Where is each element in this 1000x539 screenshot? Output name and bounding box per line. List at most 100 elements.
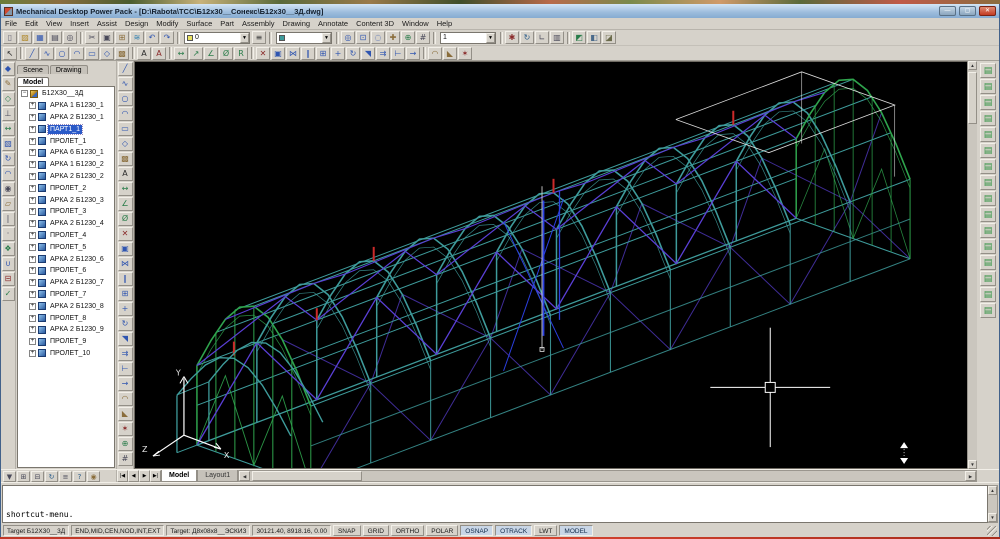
toggle-model[interactable]: MODEL [559, 525, 592, 536]
hole-icon[interactable]: ◉ [2, 182, 15, 196]
copy-icon[interactable]: ▣ [118, 242, 133, 256]
print-icon[interactable]: ▤ [48, 31, 62, 44]
diameter-dimension-icon[interactable]: Ø [118, 212, 133, 226]
fillet-icon[interactable]: ◠ [118, 392, 133, 406]
chevron-down-icon[interactable]: ▼ [486, 33, 495, 43]
menu-part[interactable]: Part [216, 19, 238, 28]
layer-manager-icon[interactable]: ≡ [252, 31, 266, 44]
menu-design[interactable]: Design [121, 19, 152, 28]
expand-icon[interactable]: + [29, 303, 36, 310]
polygon-icon[interactable]: ◇ [100, 47, 114, 60]
polygon-icon[interactable]: ◇ [118, 137, 133, 151]
ucs-icon[interactable]: ∟ [535, 31, 549, 44]
tree-item[interactable]: +АРКА 2 Б1230_7 [18, 277, 114, 289]
menu-insert[interactable]: Insert [66, 19, 93, 28]
content-3d-library-icon[interactable]: ▤ [980, 111, 996, 126]
trim-icon[interactable]: ⊢ [118, 362, 133, 376]
tree-item[interactable]: +АРКА 1 Б1230_1 [18, 100, 114, 112]
circle-icon[interactable]: ○ [118, 92, 133, 106]
move-icon[interactable]: + [118, 302, 133, 316]
toggle-snap[interactable]: SNAP [333, 525, 361, 536]
content-3d-library-icon[interactable]: ▤ [980, 159, 996, 174]
fillet-feature-icon[interactable]: ◠ [2, 167, 15, 181]
menu-edit[interactable]: Edit [21, 19, 42, 28]
tree-item[interactable]: +ПАРТ1_1 [18, 123, 114, 135]
tree-item[interactable]: +АРКА 2 Б1230_9 [18, 324, 114, 336]
browser-collapse-all-icon[interactable]: ⊟ [31, 471, 44, 482]
hide-icon[interactable]: ◪ [602, 31, 616, 44]
scroll-left-icon[interactable]: ◀ [239, 471, 250, 481]
browser-pin-icon[interactable]: ◉ [87, 471, 100, 482]
redo-icon[interactable]: ↷ [160, 31, 174, 44]
browser-expand-all-icon[interactable]: ⊞ [17, 471, 30, 482]
print-preview-icon[interactable]: ◎ [63, 31, 77, 44]
stretch-icon[interactable]: ⇉ [376, 47, 390, 60]
match-properties-icon[interactable]: ≋ [130, 31, 144, 44]
browser-help-icon[interactable]: ? [73, 471, 86, 482]
3d-orbit-icon[interactable]: ⊕ [118, 437, 133, 451]
menu-assist[interactable]: Assist [93, 19, 121, 28]
content-3d-library-icon[interactable]: ▤ [980, 127, 996, 142]
circle-icon[interactable]: ○ [55, 47, 69, 60]
line-icon[interactable]: ╱ [118, 62, 133, 76]
erase-icon[interactable]: ✕ [118, 227, 133, 241]
content-3d-library-icon[interactable]: ▤ [980, 207, 996, 222]
expand-icon[interactable]: + [29, 185, 36, 192]
mirror-icon[interactable]: ⋈ [286, 47, 300, 60]
line-icon[interactable]: ╱ [25, 47, 39, 60]
minimize-button[interactable]: — [939, 6, 956, 16]
tree-item[interactable]: +ПРОЛЕТ_2 [18, 182, 114, 194]
resize-grip[interactable] [987, 526, 997, 536]
undo-icon[interactable]: ↶ [145, 31, 159, 44]
menu-assembly[interactable]: Assembly [238, 19, 279, 28]
collapse-icon[interactable]: − [21, 90, 28, 97]
vertical-scroll-track[interactable] [968, 70, 977, 460]
tab-first-icon[interactable]: |◀ [117, 470, 128, 482]
explode-icon[interactable]: ✶ [118, 422, 133, 436]
update-part-icon[interactable]: ✓ [2, 287, 15, 301]
hatch-icon[interactable]: ▩ [115, 47, 129, 60]
tree-item[interactable]: +АРКА 2 Б1230_8 [18, 300, 114, 312]
shade-icon[interactable]: ◧ [587, 31, 601, 44]
content-3d-library-icon[interactable]: ▤ [980, 175, 996, 190]
text-icon[interactable]: A [137, 47, 151, 60]
sketch-icon[interactable]: ✎ [2, 77, 15, 91]
paste-icon[interactable]: ⊞ [115, 31, 129, 44]
tree-item[interactable]: +ПРОЛЕТ_5 [18, 241, 114, 253]
tree-item[interactable]: +АРКА 2 Б1230_3 [18, 194, 114, 206]
expand-icon[interactable]: + [29, 267, 36, 274]
tab-next-icon[interactable]: ▶ [139, 470, 150, 482]
redraw-icon[interactable]: ✱ [505, 31, 519, 44]
scroll-down-icon[interactable]: ▼ [988, 513, 997, 522]
expand-icon[interactable]: + [29, 232, 36, 239]
expand-icon[interactable]: + [29, 315, 36, 322]
fillet-icon[interactable]: ◠ [428, 47, 442, 60]
menu-window[interactable]: Window [398, 19, 433, 28]
tab-model-sheet[interactable]: Model [161, 470, 197, 482]
hatch-icon[interactable]: ▩ [118, 152, 133, 166]
offset-icon[interactable]: ∥ [118, 272, 133, 286]
content-3d-library-icon[interactable]: ▤ [980, 95, 996, 110]
browser-options-icon[interactable]: ≡ [59, 471, 72, 482]
radius-dimension-icon[interactable]: R [234, 47, 248, 60]
expand-icon[interactable]: + [29, 138, 36, 145]
titlebar[interactable]: Mechanical Desktop Power Pack - [D:\Rabo… [1, 4, 999, 18]
aligned-dimension-icon[interactable]: ↗ [189, 47, 203, 60]
explode-icon[interactable]: ✶ [458, 47, 472, 60]
save-icon[interactable]: ▦ [33, 31, 47, 44]
named-views-icon[interactable]: # [416, 31, 430, 44]
layer-combo[interactable]: 0▼ [184, 32, 250, 44]
menu-modify[interactable]: Modify [152, 19, 182, 28]
tree-item[interactable]: +ПРОЛЕТ_1 [18, 135, 114, 147]
menu-content-3d[interactable]: Content 3D [352, 19, 398, 28]
tab-layout1-sheet[interactable]: Layout1 [197, 470, 238, 482]
pan-icon[interactable]: ✚ [386, 31, 400, 44]
toggle-osnap[interactable]: OSNAP [460, 525, 493, 536]
horizontal-scroll-thumb[interactable] [252, 471, 362, 481]
workpoint-icon[interactable]: · [2, 227, 15, 241]
trim-icon[interactable]: ⊢ [391, 47, 405, 60]
close-button[interactable]: ✕ [979, 6, 996, 16]
tab-scene[interactable]: Scene [17, 65, 49, 74]
scale-icon[interactable]: ◥ [361, 47, 375, 60]
content-3d-library-icon[interactable]: ▤ [980, 79, 996, 94]
